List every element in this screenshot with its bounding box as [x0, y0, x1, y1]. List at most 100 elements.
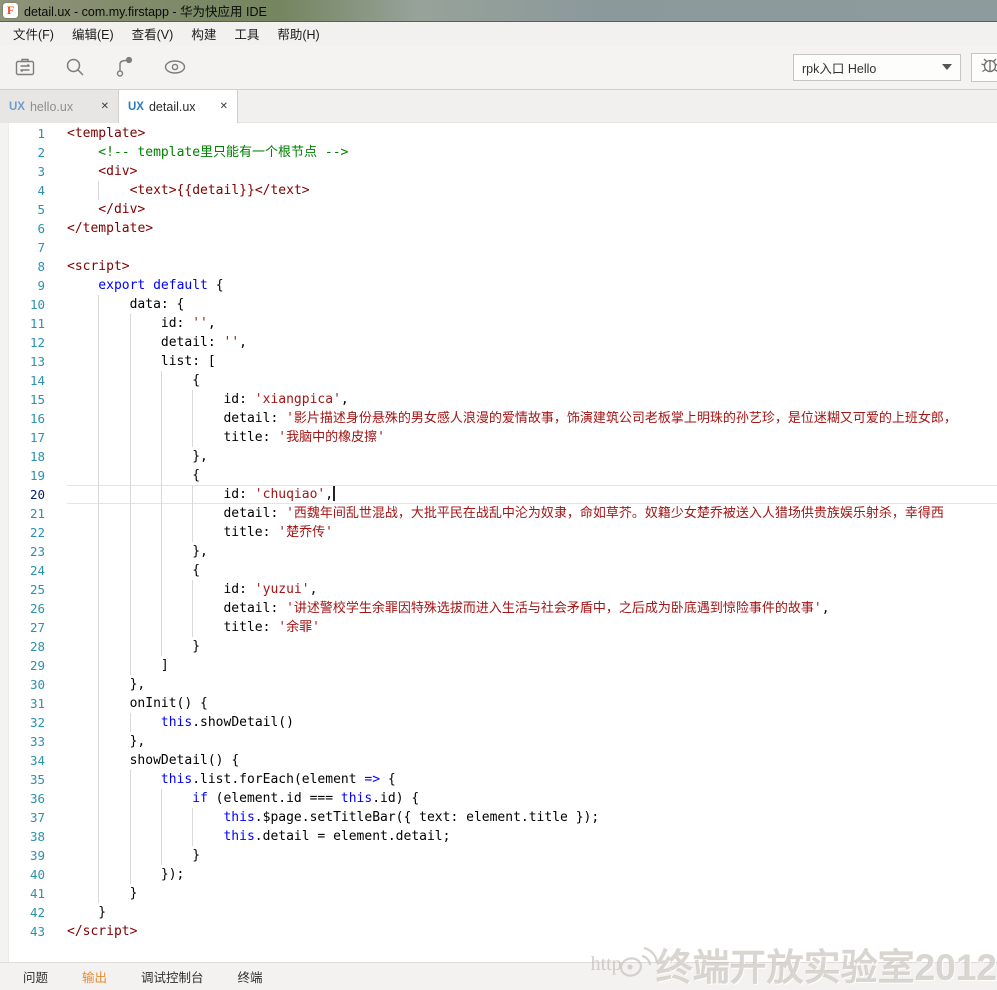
project-icon[interactable]: [12, 54, 38, 80]
line-number[interactable]: 6: [0, 219, 45, 238]
line-number[interactable]: 37: [0, 808, 45, 827]
tab-detail-ux[interactable]: UX detail.ux ✕: [119, 90, 238, 123]
line-number[interactable]: 11: [0, 314, 45, 333]
line-number[interactable]: 8: [0, 257, 45, 276]
line-number[interactable]: 28: [0, 637, 45, 656]
code-line[interactable]: 43 </script>: [0, 922, 997, 941]
code-line[interactable]: 13 list: [: [0, 352, 997, 371]
code-line[interactable]: 22 title: '楚乔传': [0, 523, 997, 542]
line-number[interactable]: 9: [0, 276, 45, 295]
code-line[interactable]: 42}: [0, 903, 997, 922]
debug-run-button[interactable]: [971, 52, 997, 82]
menu-build[interactable]: 构建: [182, 22, 225, 45]
code-line[interactable]: 17 title: '我脑中的橡皮擦': [0, 428, 997, 447]
line-number[interactable]: 40: [0, 865, 45, 884]
line-number[interactable]: 32: [0, 713, 45, 732]
panel-tab-debug-console[interactable]: 调试控制台: [140, 963, 205, 990]
code-line[interactable]: 6 </template>: [0, 219, 997, 238]
code-line[interactable]: 15 id: 'xiangpica',: [0, 390, 997, 409]
tab-hello-ux[interactable]: UX hello.ux ✕: [0, 90, 119, 123]
line-number[interactable]: 29: [0, 656, 45, 675]
code-line[interactable]: 29]: [0, 656, 997, 675]
code-line[interactable]: 9 export default {: [0, 276, 997, 295]
line-number[interactable]: 30: [0, 675, 45, 694]
close-icon[interactable]: ✕: [101, 101, 109, 112]
line-number[interactable]: 26: [0, 599, 45, 618]
code-line[interactable]: 35 this.list.forEach(element => {: [0, 770, 997, 789]
line-number[interactable]: 24: [0, 561, 45, 580]
menu-tools[interactable]: 工具: [225, 22, 268, 45]
code-line[interactable]: 16 detail: '影片描述身份悬殊的男女感人浪漫的爱情故事，饰演建筑公司老板…: [0, 409, 997, 428]
line-number[interactable]: 1: [0, 124, 45, 143]
line-number[interactable]: 42: [0, 903, 45, 922]
line-number[interactable]: 14: [0, 371, 45, 390]
search-icon[interactable]: [62, 54, 88, 80]
menu-view[interactable]: 查看(V): [123, 22, 183, 45]
code-line[interactable]: 37 this.$page.setTitleBar({ text: element…: [0, 808, 997, 827]
panel-tab-output[interactable]: 输出: [81, 963, 108, 990]
code-line[interactable]: 24 {: [0, 561, 997, 580]
line-number[interactable]: 3: [0, 162, 45, 181]
code-line[interactable]: 28}: [0, 637, 997, 656]
line-number[interactable]: 41: [0, 884, 45, 903]
code-line[interactable]: 34 showDetail() {: [0, 751, 997, 770]
code-line[interactable]: 7: [0, 238, 997, 257]
line-number[interactable]: 15: [0, 390, 45, 409]
code-line[interactable]: 18},: [0, 447, 997, 466]
menu-help[interactable]: 帮助(H): [268, 22, 328, 45]
code-editor[interactable]: 1 <template> 2 <!-- template里只能有一个根节点 --> 3 <…: [0, 123, 997, 962]
code-line[interactable]: 19 {: [0, 466, 997, 485]
line-number[interactable]: 22: [0, 523, 45, 542]
code-line[interactable]: 36 if (element.id === this.id) {: [0, 789, 997, 808]
line-number[interactable]: 31: [0, 694, 45, 713]
menu-edit[interactable]: 编辑(E): [63, 22, 123, 45]
line-number[interactable]: 35: [0, 770, 45, 789]
code-area[interactable]: 1 <template> 2 <!-- template里只能有一个根节点 --> 3 <…: [0, 124, 997, 941]
code-line[interactable]: 38 this.detail = element.detail;: [0, 827, 997, 846]
code-line[interactable]: 32 this.showDetail(): [0, 713, 997, 732]
rpk-entry-select[interactable]: rpk入口 Hello: [793, 53, 961, 81]
line-number[interactable]: 18: [0, 447, 45, 466]
line-number[interactable]: 5: [0, 200, 45, 219]
code-line[interactable]: 25 id: 'yuzui',: [0, 580, 997, 599]
panel-tab-terminal[interactable]: 终端: [237, 963, 264, 990]
line-number[interactable]: 10: [0, 295, 45, 314]
line-number[interactable]: 17: [0, 428, 45, 447]
code-line[interactable]: 4 <text>{{detail}}</text>: [0, 181, 997, 200]
line-number[interactable]: 36: [0, 789, 45, 808]
code-line[interactable]: 27 title: '余罪': [0, 618, 997, 637]
code-line[interactable]: 1 <template>: [0, 124, 997, 143]
line-number[interactable]: 39: [0, 846, 45, 865]
line-number[interactable]: 34: [0, 751, 45, 770]
line-number[interactable]: 25: [0, 580, 45, 599]
line-number[interactable]: 43: [0, 922, 45, 941]
code-line[interactable]: 11 id: '',: [0, 314, 997, 333]
code-line[interactable]: 10 data: {: [0, 295, 997, 314]
code-line[interactable]: 41}: [0, 884, 997, 903]
code-line[interactable]: 30},: [0, 675, 997, 694]
close-icon[interactable]: ✕: [220, 101, 228, 112]
git-branch-icon[interactable]: [112, 54, 138, 80]
code-line[interactable]: 5 </div>: [0, 200, 997, 219]
code-line[interactable]: 20 id: 'chuqiao',: [0, 485, 997, 504]
code-line[interactable]: 33},: [0, 732, 997, 751]
panel-tab-problems[interactable]: 问题: [22, 963, 49, 990]
code-line[interactable]: 21 detail: '西魏年间乱世混战，大批平民在战乱中沦为奴隶，命如草芥。奴籍…: [0, 504, 997, 523]
menu-file[interactable]: 文件(F): [4, 22, 63, 45]
line-number[interactable]: 38: [0, 827, 45, 846]
line-number[interactable]: 23: [0, 542, 45, 561]
line-number[interactable]: 16: [0, 409, 45, 428]
line-number[interactable]: 7: [0, 238, 45, 257]
code-line[interactable]: 40});: [0, 865, 997, 884]
code-line[interactable]: 23},: [0, 542, 997, 561]
line-number[interactable]: 13: [0, 352, 45, 371]
code-line[interactable]: 8 <script>: [0, 257, 997, 276]
line-number[interactable]: 20: [0, 485, 45, 504]
code-line[interactable]: 3 <div>: [0, 162, 997, 181]
line-number[interactable]: 4: [0, 181, 45, 200]
code-line[interactable]: 26 detail: '讲述警校学生余罪因特殊选拔而进入生活与社会矛盾中，之后成为…: [0, 599, 997, 618]
code-line[interactable]: 39}: [0, 846, 997, 865]
line-number[interactable]: 2: [0, 143, 45, 162]
code-line[interactable]: 12 detail: '',: [0, 333, 997, 352]
code-line[interactable]: 14 {: [0, 371, 997, 390]
